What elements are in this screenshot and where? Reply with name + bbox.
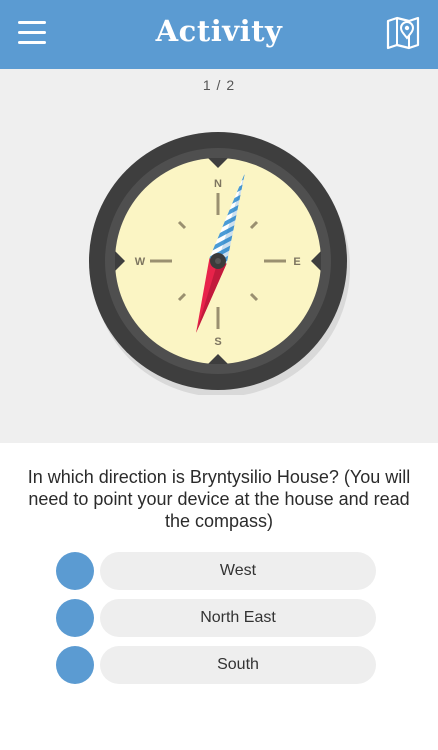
map-pin-icon[interactable] bbox=[385, 15, 421, 51]
option-label[interactable]: West bbox=[100, 552, 376, 590]
option-radio[interactable] bbox=[56, 646, 94, 684]
compass-west-label: W bbox=[135, 256, 146, 268]
option-radio[interactable] bbox=[56, 552, 94, 590]
top-bar: Activity bbox=[0, 0, 438, 69]
option-south[interactable]: South bbox=[56, 646, 376, 684]
option-north-east[interactable]: North East bbox=[56, 599, 376, 637]
compass-panel: 1 / 2 N S W E bbox=[0, 69, 438, 443]
page-counter: 1 / 2 bbox=[202, 77, 236, 93]
compass-north-label: N bbox=[214, 178, 222, 190]
option-west[interactable]: West bbox=[56, 552, 376, 590]
compass-south-label: S bbox=[214, 336, 221, 348]
option-label[interactable]: South bbox=[100, 646, 376, 684]
option-radio[interactable] bbox=[56, 599, 94, 637]
compass-east-label: E bbox=[293, 256, 300, 268]
map-icon-graphic bbox=[386, 16, 420, 50]
page-title: Activity bbox=[155, 14, 283, 48]
option-label[interactable]: North East bbox=[100, 599, 376, 637]
compass: N S W E bbox=[89, 132, 350, 395]
question-text: In which direction is Bryntysilio House?… bbox=[27, 467, 411, 531]
